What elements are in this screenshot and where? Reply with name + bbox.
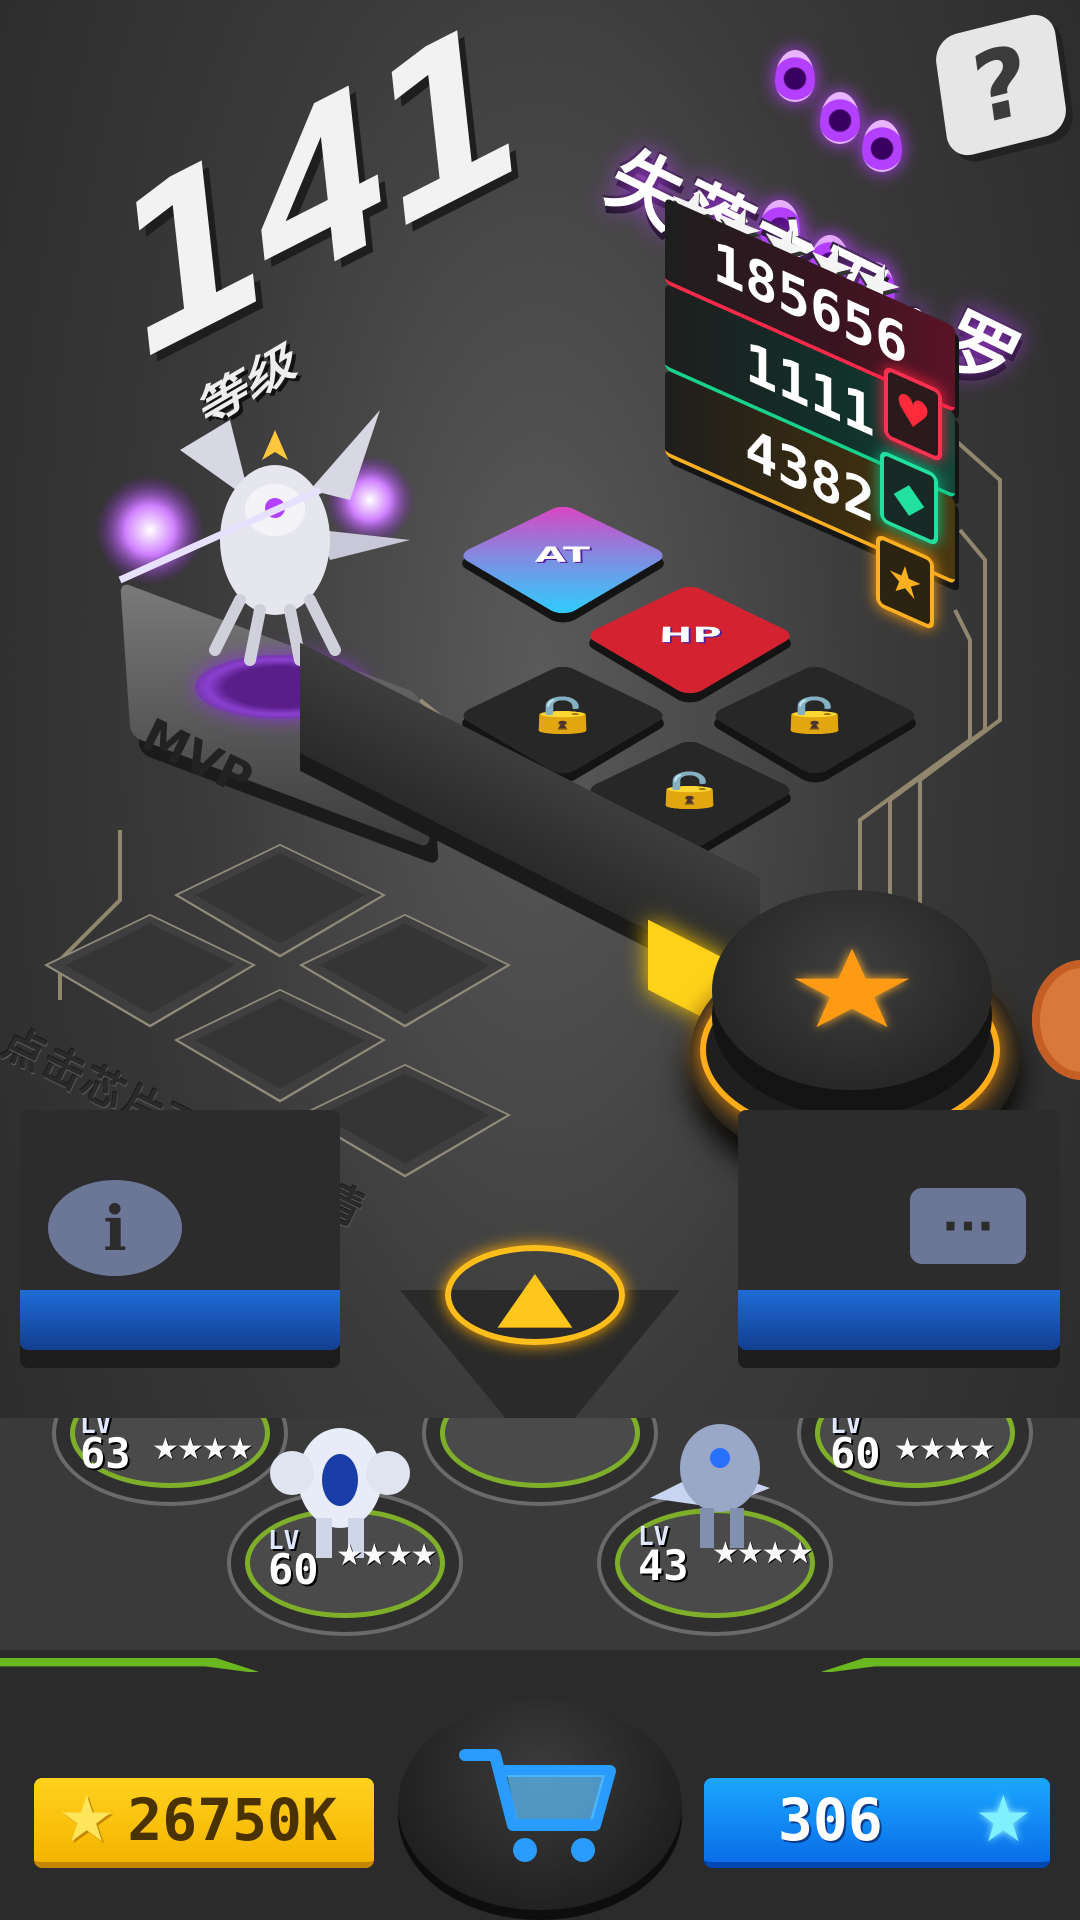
empty-slot [298,1040,512,1190]
gem-balance-value: 306 [778,1786,883,1854]
unit-pad[interactable] [440,1418,640,1488]
hp-chip-label: HP [657,623,723,648]
lock-icon: 🔓 [521,696,605,736]
unit-level-value: 60 [268,1545,319,1595]
coin-balance[interactable]: ★ 26750K [34,1778,374,1868]
chat-button[interactable]: ··· [910,1188,1026,1264]
info-button[interactable]: i [48,1180,182,1276]
gem-balance[interactable]: 306 ★ [704,1778,1050,1868]
lock-icon: 🔓 [773,696,857,736]
question-icon: ? [966,22,1036,148]
info-panel-base [20,1290,340,1350]
lock-icon: 🔓 [648,771,732,811]
unit-roster: LV 63 ★★★★ LV 60 ★★★★ LV 43 ★★★★ LV 60 ★… [0,1418,1080,1688]
gem-star-icon: ★ [974,1783,1032,1857]
unit-stars: ★★★★ [712,1536,814,1571]
chat-panel-base [738,1290,1060,1350]
coin-balance-value: 26750K [127,1786,337,1854]
unit-stars: ★★★★ [894,1432,996,1467]
chat-icon: ··· [941,1199,995,1253]
shop-cart-button[interactable] [398,1700,682,1910]
star-icon: ★ [784,927,920,1053]
attack-chip-label: AT [534,543,592,568]
info-icon: i [103,1191,127,1265]
unit-level: LV 60 [268,1528,319,1595]
unit-level: LV 63 [80,1418,131,1479]
unit-level: LV 43 [638,1524,689,1591]
cart-icon [459,1749,616,1862]
hero-mecha-figure[interactable] [90,390,450,690]
unit-level: LV 60 [830,1418,881,1479]
unit-stars: ★★★★ [152,1432,254,1467]
unit-level-value: 60 [830,1429,881,1479]
expand-up-button[interactable]: ▲ [445,1245,625,1345]
empty-slot [43,890,257,1040]
up-arrow-icon: ▲ [497,1254,573,1336]
unit-level-value: 63 [80,1429,131,1479]
coin-star-icon: ★ [58,1783,116,1857]
unit-stars: ★★★★ [336,1538,438,1573]
unit-level-value: 43 [638,1541,689,1591]
upgrade-star-button[interactable]: ★ [712,890,992,1090]
